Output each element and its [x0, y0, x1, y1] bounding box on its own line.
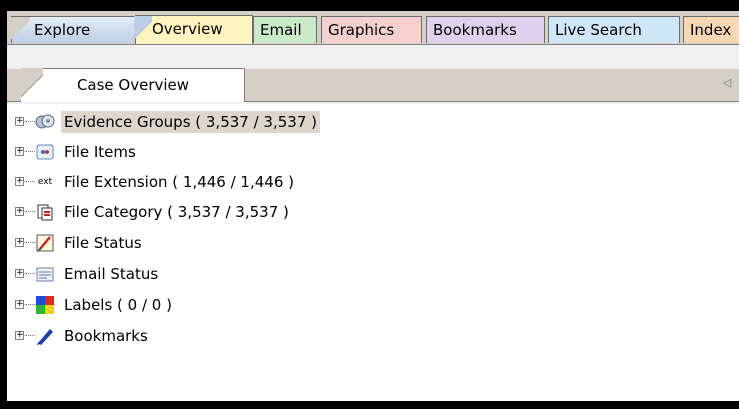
bookmarks-icon	[35, 326, 55, 346]
tab-explore[interactable]: Explore	[10, 16, 143, 44]
file-category-icon	[35, 202, 55, 222]
tab-graphics[interactable]: Graphics	[321, 16, 422, 43]
file-status-icon	[35, 233, 55, 253]
tab-explore-label: Explore	[34, 21, 91, 39]
tab-index[interactable]: Index	[683, 16, 739, 43]
tab-graphics-label: Graphics	[328, 21, 395, 39]
tree-item-label: File Status	[64, 234, 142, 252]
tree-item-label: Labels ( 0 / 0 )	[64, 296, 172, 314]
email-status-icon	[35, 264, 55, 284]
tree-connector	[25, 121, 35, 123]
app-window: Explore Email Graphics Bookmarks Live Se…	[7, 11, 739, 401]
labels-icon	[35, 295, 55, 315]
tab-email-label: Email	[260, 21, 302, 39]
main-tab-strip: Explore Email Graphics Bookmarks Live Se…	[7, 11, 739, 45]
tab-live-search-label: Live Search	[555, 21, 642, 39]
tree-connector	[25, 335, 35, 337]
tree-item-label: Evidence Groups ( 3,537 / 3,537 )	[61, 111, 320, 133]
tree-item-label: File Items	[64, 143, 136, 161]
tab-overview-label: Overview	[152, 20, 223, 38]
tree-item-label: Bookmarks	[64, 327, 148, 345]
tree-item-label: File Extension ( 1,446 / 1,446 )	[64, 173, 294, 191]
tree-item-label: File Category ( 3,537 / 3,537 )	[64, 203, 289, 221]
tree-connector	[25, 304, 35, 306]
expand-icon[interactable]: +	[15, 147, 24, 156]
tab-bookmarks-label: Bookmarks	[433, 21, 517, 39]
tab-slant	[21, 68, 43, 102]
expand-icon[interactable]: +	[15, 238, 24, 247]
expand-icon[interactable]: +	[15, 207, 24, 216]
expand-icon[interactable]: +	[15, 269, 24, 278]
expand-icon[interactable]: +	[15, 300, 24, 309]
sub-tab-area: Case Overview ◁	[7, 45, 739, 104]
evidence-groups-icon	[35, 112, 55, 132]
tab-case-overview-label: Case Overview	[76, 76, 190, 94]
tab-overview[interactable]: Overview	[134, 15, 253, 45]
tab-live-search[interactable]: Live Search	[548, 16, 680, 43]
tree-connector	[25, 151, 35, 153]
tab-bookmarks[interactable]: Bookmarks	[426, 16, 545, 43]
tree-connector	[25, 242, 35, 244]
tab-email[interactable]: Email	[253, 16, 317, 43]
tree-item-label: Email Status	[64, 265, 159, 283]
expand-icon[interactable]: +	[15, 117, 24, 126]
ext-icon: ext	[35, 172, 55, 192]
tree-connector	[25, 273, 35, 275]
tree-connector	[25, 181, 35, 183]
ext-icon-text: ext	[37, 177, 53, 187]
tab-index-label: Index	[690, 21, 732, 39]
tab-case-overview[interactable]: Case Overview	[21, 68, 245, 102]
file-items-icon	[35, 142, 55, 162]
tree-connector	[25, 211, 35, 213]
expand-icon[interactable]: +	[15, 331, 24, 340]
scroll-left-icon[interactable]: ◁	[719, 75, 735, 91]
expand-icon[interactable]: +	[15, 177, 24, 186]
